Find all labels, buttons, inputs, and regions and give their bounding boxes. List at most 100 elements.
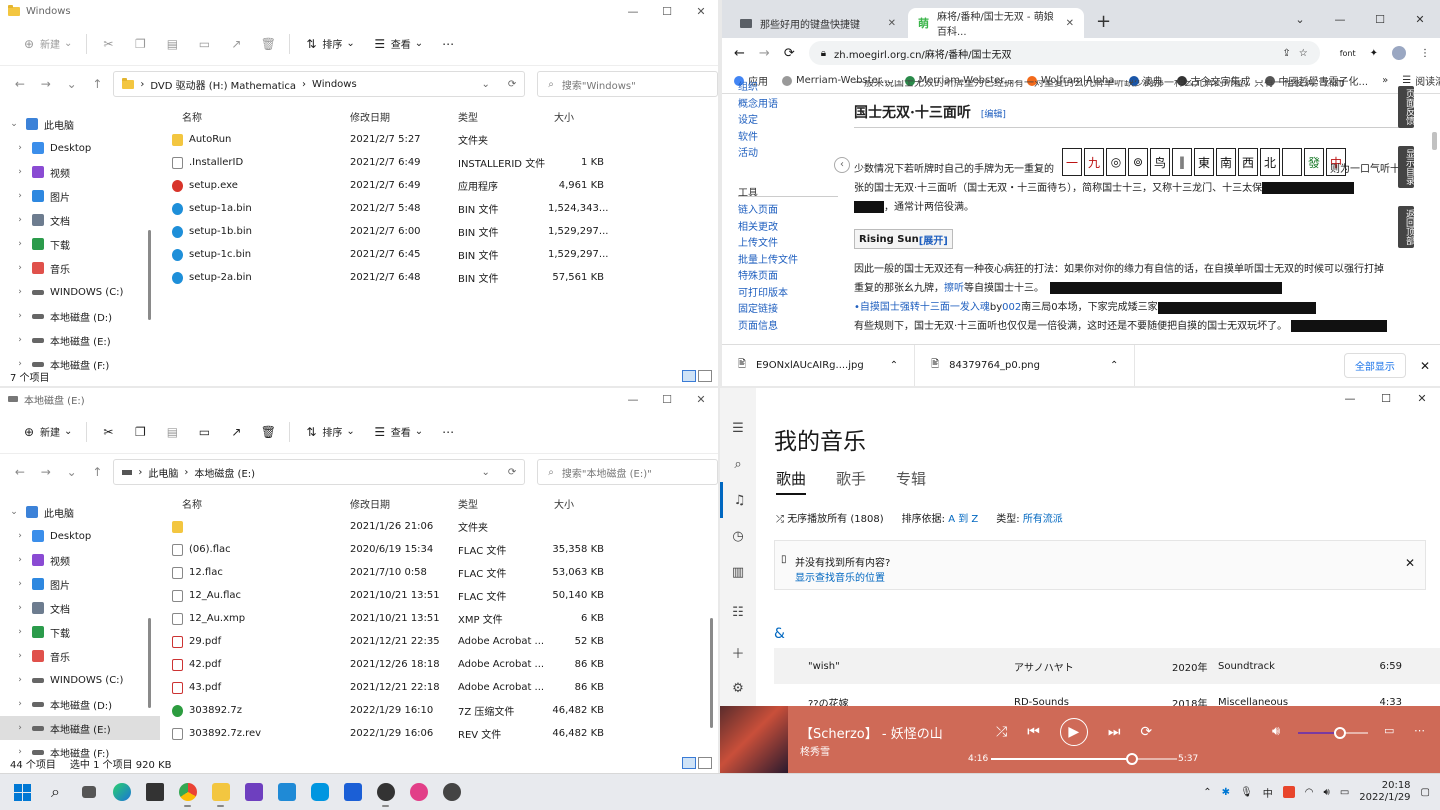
- genre-filter[interactable]: 类型: 所有流派: [996, 510, 1063, 525]
- maximize-button[interactable]: ☐: [650, 5, 684, 18]
- chevron-right-icon[interactable]: ›: [14, 651, 26, 661]
- float-button[interactable]: 返回顶部: [1398, 206, 1414, 248]
- breadcrumb-item[interactable]: 此电脑: [148, 465, 178, 480]
- delete-button[interactable]: 🗑: [253, 417, 283, 447]
- breadcrumb-item[interactable]: Windows: [312, 79, 357, 90]
- sidebar-link[interactable]: 特殊页面: [738, 269, 798, 286]
- chevron-right-icon[interactable]: ›: [14, 215, 26, 225]
- chevron-right-icon[interactable]: ›: [14, 143, 26, 153]
- music-note-icon[interactable]: ♫: [720, 482, 756, 518]
- repeat-icon[interactable]: ⟳: [1140, 724, 1152, 740]
- rising-sun-box[interactable]: Rising Sun [展开]: [854, 229, 953, 249]
- new-button[interactable]: ⊕ 新建 ⌄: [14, 29, 80, 59]
- sort-button[interactable]: ⇅ 排序 ⌄: [296, 29, 362, 59]
- chevron-down-icon[interactable]: ⌄: [8, 507, 20, 517]
- details-view-button[interactable]: [682, 757, 696, 769]
- details-view-button[interactable]: [682, 370, 696, 382]
- sort-button[interactable]: ⇅ 排序 ⌄: [296, 417, 362, 447]
- copy-button[interactable]: ❐: [125, 417, 155, 447]
- file-row[interactable]: AutoRun 2021/2/7 5:27 文件夹: [160, 128, 604, 151]
- recent-button[interactable]: ⌄: [62, 465, 82, 479]
- tray-chevron-icon[interactable]: ⌃: [1203, 787, 1211, 798]
- paste-button[interactable]: ▤: [157, 417, 187, 447]
- edit-link[interactable]: [编辑]: [981, 106, 1006, 125]
- sidebar-link[interactable]: 设定: [738, 113, 778, 130]
- settings-icon[interactable]: ⚙: [720, 670, 756, 706]
- tab-shortcuts[interactable]: 那些好用的键盘快捷键 ✕: [730, 8, 906, 38]
- groove-music-icon[interactable]: [369, 776, 402, 809]
- file-row[interactable]: setup.exe 2021/2/7 6:49 应用程序 4,961 KB: [160, 174, 604, 197]
- scrollbar[interactable]: [1432, 132, 1437, 150]
- nav-item[interactable]: › 文档: [0, 596, 160, 620]
- new-button[interactable]: ⊕ 新建 ⌄: [14, 417, 80, 447]
- chevron-right-icon[interactable]: ›: [14, 287, 26, 297]
- notification-icon[interactable]: ▢: [1421, 787, 1430, 798]
- nav-item[interactable]: › 文档: [0, 208, 160, 232]
- sidebar-link[interactable]: 链入页面: [738, 203, 798, 220]
- nav-item[interactable]: › Desktop: [0, 524, 160, 548]
- nav-item[interactable]: › 图片: [0, 572, 160, 596]
- chrome-icon[interactable]: [171, 776, 204, 809]
- vscode-icon[interactable]: [270, 776, 303, 809]
- nav-item[interactable]: › 本地磁盘 (E:): [0, 328, 160, 352]
- back-button[interactable]: ←: [10, 465, 30, 479]
- chevron-down-icon[interactable]: ⌄: [481, 467, 489, 478]
- tab-search-icon[interactable]: ⌄: [1280, 13, 1320, 26]
- wifi-icon[interactable]: ◠: [1305, 787, 1314, 798]
- file-row[interactable]: 303892.7z 2022/1/29 16:10 7Z 压缩文件 46,482 KB: [160, 699, 604, 722]
- ime-indicator[interactable]: 中: [1263, 785, 1273, 800]
- previous-icon[interactable]: ⏮: [1027, 724, 1040, 740]
- refresh-icon[interactable]: ⟳: [508, 467, 516, 478]
- nav-item[interactable]: › WINDOWS (C:): [0, 280, 160, 304]
- chevron-down-icon[interactable]: ⌄: [481, 79, 489, 90]
- add-playlist-icon[interactable]: ＋: [720, 634, 756, 670]
- tiles-view-button[interactable]: [698, 370, 712, 382]
- start-button[interactable]: [6, 776, 39, 809]
- scrollbar[interactable]: [148, 618, 151, 708]
- search-box[interactable]: ⌕ 搜索"本地磁盘 (E:)": [537, 459, 718, 485]
- back-button[interactable]: ←: [10, 77, 30, 91]
- file-row[interactable]: .InstallerID 2021/2/7 6:49 INSTALLERID 文件 1…: [160, 151, 604, 174]
- sidebar-link[interactable]: 页面信息: [738, 319, 798, 336]
- song-row[interactable]: "wish" アサノハヤト 2020年 Soundtrack 6:59: [774, 648, 1440, 684]
- shuffle-all-button[interactable]: ⤮ 无序播放所有 (1808): [776, 510, 884, 525]
- breadcrumb-item[interactable]: DVD 驱动器 (H:) Mathematica: [150, 77, 296, 92]
- address-bar[interactable]: 🔒︎ zh.moegirl.org.cn/麻将/番种/国士无双 ⇪ ☆: [808, 41, 1320, 65]
- nav-item[interactable]: ⌄ 此电脑: [0, 500, 160, 524]
- file-row[interactable]: 42.pdf 2021/12/26 18:18 Adobe Acrobat ... 8…: [160, 653, 604, 676]
- sogou-icon[interactable]: [1282, 786, 1295, 798]
- sort-control[interactable]: 排序依据: A 到 Z: [902, 510, 979, 525]
- file-row[interactable]: 43.pdf 2021/12/21 22:18 Adobe Acrobat ... 8…: [160, 676, 604, 699]
- nav-item[interactable]: › 下载: [0, 620, 160, 644]
- up-button[interactable]: ↑: [88, 465, 108, 479]
- battery-icon[interactable]: ▭: [1340, 787, 1349, 798]
- sidebar-link[interactable]: 软件: [738, 130, 778, 147]
- scrollbar[interactable]: [710, 618, 713, 728]
- share-icon[interactable]: ⇪: [1282, 48, 1290, 59]
- search-icon[interactable]: ⌕: [39, 776, 72, 809]
- expand-link[interactable]: [展开]: [919, 232, 948, 247]
- column-name[interactable]: 名称: [160, 496, 350, 511]
- nav-item[interactable]: › 音乐: [0, 644, 160, 668]
- mini-view-icon[interactable]: ▭: [1384, 724, 1394, 737]
- more-button[interactable]: ⋯: [433, 29, 463, 59]
- refresh-icon[interactable]: ⟳: [508, 79, 516, 90]
- hamburger-icon[interactable]: ☰: [720, 410, 756, 446]
- chevron-right-icon[interactable]: ›: [14, 191, 26, 201]
- music-tab[interactable]: 歌曲: [776, 468, 807, 495]
- search-box[interactable]: ⌕ 搜索"Windows": [537, 71, 718, 97]
- nav-item[interactable]: ⌄ 此电脑: [0, 112, 160, 136]
- chevron-right-icon[interactable]: ›: [14, 579, 26, 589]
- sidebar-link[interactable]: 相关更改: [738, 220, 798, 237]
- file-row[interactable]: 12_Au.xmp 2021/10/21 13:51 XMP 文件 6 KB: [160, 607, 604, 630]
- close-button[interactable]: ✕: [1404, 388, 1440, 410]
- link[interactable]: 002: [1002, 298, 1021, 317]
- task-view-icon[interactable]: [72, 776, 105, 809]
- sidebar-link[interactable]: 批量上传文件: [738, 253, 798, 270]
- next-icon[interactable]: ⏭: [1108, 724, 1121, 740]
- share-button[interactable]: ↗: [221, 417, 251, 447]
- extensions-icon[interactable]: ✦: [1370, 48, 1378, 59]
- maximize-button[interactable]: ☐: [1360, 13, 1400, 26]
- up-button[interactable]: ↑: [88, 77, 108, 91]
- link[interactable]: 擦听: [944, 283, 964, 294]
